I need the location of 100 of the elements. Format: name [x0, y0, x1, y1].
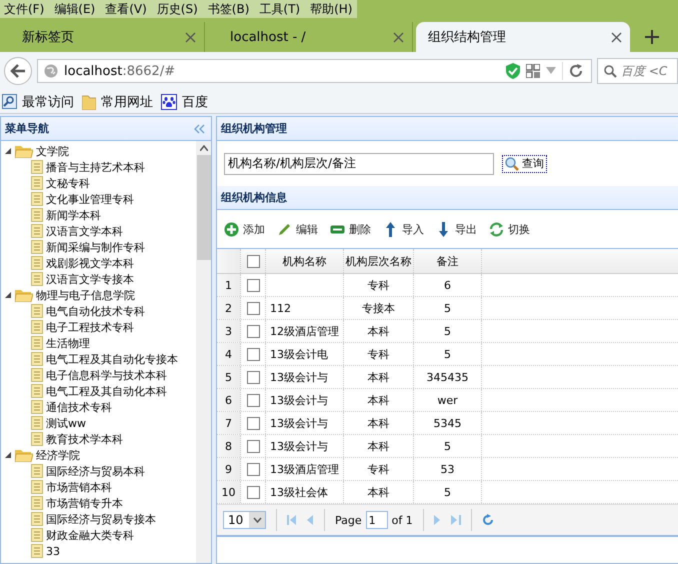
menu-item[interactable]: 查看(V) — [100, 0, 152, 18]
tree-item[interactable]: 电子工程技术专科 — [46, 320, 134, 334]
document-icon — [31, 384, 43, 398]
row-checkbox[interactable] — [246, 440, 260, 452]
edit-icon[interactable] — [277, 222, 292, 236]
column-header[interactable]: 备注 — [414, 249, 482, 273]
expanded-arrow-icon[interactable] — [4, 147, 12, 155]
search-field[interactable]: 百度 <C — [597, 58, 678, 84]
tree-item[interactable]: 文学院 — [36, 144, 69, 158]
row-number: 6 — [217, 389, 241, 411]
new-tab-icon[interactable] — [645, 30, 659, 44]
bookmark-link[interactable]: 常用网址 — [101, 92, 153, 110]
tree-item[interactable]: 电气工程及其自动化本科 — [46, 384, 167, 398]
tree-item[interactable]: 通信技术专科 — [46, 400, 112, 414]
qr-code-icon[interactable] — [526, 64, 540, 78]
tree-item[interactable]: 汉语言文学专接本 — [46, 272, 134, 286]
scrollbar-thumb[interactable] — [196, 155, 210, 260]
tree-item[interactable]: 市场营销专升本 — [46, 496, 123, 510]
query-button[interactable]: 查询 — [502, 154, 547, 172]
menu-item[interactable]: 书签(B) — [202, 0, 254, 18]
tree-item[interactable]: 电气工程及其自动化专接本 — [46, 352, 178, 366]
page-size-select[interactable]: 10 — [223, 511, 266, 529]
dropdown-arrow-icon[interactable] — [546, 67, 556, 75]
table-cell: 本科 — [344, 435, 414, 457]
row-checkbox[interactable] — [246, 302, 260, 314]
tree-item[interactable]: 新闻学本科 — [46, 208, 101, 222]
tree-item[interactable]: 戏剧影视文学本科 — [46, 256, 134, 270]
document-icon — [31, 240, 43, 254]
tree-item[interactable]: 汉语言文学本科 — [46, 224, 123, 238]
toolbar-button[interactable]: 导出 — [434, 220, 479, 238]
tree-item[interactable]: 财政金融大类专科 — [46, 528, 134, 542]
close-icon[interactable] — [611, 32, 622, 42]
column-header[interactable]: 机构层次名称 — [344, 249, 414, 273]
paw-icon — [161, 94, 177, 110]
tree-item[interactable]: 电子信息科学与技术本科 — [46, 368, 167, 382]
tree-item[interactable]: 物理与电子信息学院 — [36, 288, 135, 302]
tree-item[interactable]: 国际经济与贸易专接本 — [46, 512, 156, 526]
expanded-arrow-icon[interactable] — [4, 291, 12, 299]
row-checkbox[interactable] — [246, 324, 260, 338]
tree-item[interactable]: 33 — [46, 544, 60, 558]
menu-item[interactable]: 编辑(E) — [49, 0, 100, 18]
select-all-checkbox[interactable] — [246, 254, 260, 268]
tree-item[interactable]: 文秘专科 — [46, 176, 90, 190]
tree-item[interactable]: 经济学院 — [36, 448, 80, 462]
row-checkbox[interactable] — [246, 278, 260, 292]
column-header[interactable]: 机构名称 — [266, 249, 344, 273]
row-checkbox[interactable] — [246, 462, 260, 476]
reload-icon[interactable] — [569, 64, 583, 78]
bookmark-link[interactable]: 百度 — [182, 92, 208, 110]
toolbar-button[interactable]: 切换 — [487, 220, 532, 238]
panel-title: 组织机构管理 — [221, 121, 287, 136]
collapse-icon[interactable] — [194, 124, 205, 134]
shield-icon[interactable] — [506, 63, 520, 79]
back-button[interactable] — [4, 57, 32, 85]
page-number-field[interactable]: 1 — [366, 511, 388, 529]
menu-item[interactable]: 帮助(H) — [305, 0, 358, 18]
address-field[interactable]: localhost:8662/# — [37, 59, 592, 83]
import-icon[interactable] — [383, 222, 398, 236]
table-cell: 6 — [414, 274, 482, 296]
row-checkbox[interactable] — [246, 370, 260, 384]
table-cell: 13级酒店管理 — [266, 458, 344, 480]
search-icon[interactable] — [505, 156, 519, 170]
toolbar-button[interactable]: 导入 — [381, 220, 426, 238]
row-checkbox[interactable] — [246, 348, 260, 360]
tree-item[interactable]: 新闻采编与制作专科 — [46, 240, 145, 254]
add-icon[interactable] — [224, 222, 239, 236]
toolbar-button[interactable]: 删除 — [328, 220, 373, 238]
bookmark-link[interactable]: 最常访问 — [22, 92, 74, 110]
tree-item[interactable]: 电气自动化技术专科 — [46, 304, 145, 318]
tree-item[interactable]: 文化事业管理专科 — [46, 192, 134, 206]
scroll-up-icon[interactable] — [200, 145, 208, 151]
document-icon — [31, 512, 43, 526]
tree-item[interactable]: 生活物理 — [46, 336, 90, 350]
toolbar-button[interactable]: 添加 — [222, 220, 267, 238]
caret-icon[interactable] — [252, 517, 262, 523]
expanded-arrow-icon[interactable] — [4, 451, 12, 459]
toolbar-button[interactable]: 编辑 — [275, 220, 320, 238]
menu-item[interactable]: 文件(F) — [0, 0, 50, 18]
tree-item[interactable]: 播音与主持艺术本科 — [46, 160, 145, 174]
menu-item[interactable]: 工具(T) — [254, 0, 306, 18]
close-icon[interactable] — [393, 32, 404, 42]
query-field[interactable]: 机构名称/机构层次/备注 — [224, 152, 494, 174]
table-cell: wer — [414, 389, 482, 411]
back-arrow-icon[interactable] — [10, 64, 26, 78]
row-checkbox[interactable] — [246, 394, 260, 406]
tree-item[interactable]: 市场营销本科 — [46, 480, 112, 494]
scrollbar[interactable] — [196, 141, 211, 563]
tree-item[interactable]: 国际经济与贸易本科 — [46, 464, 145, 478]
refresh-icon[interactable] — [482, 514, 494, 526]
page-label: Page — [335, 514, 362, 526]
menu-item[interactable]: 历史(S) — [152, 0, 203, 18]
export-icon[interactable] — [436, 222, 451, 236]
switch-icon[interactable] — [489, 222, 504, 236]
browser-tab[interactable]: 组织结构管理 — [416, 22, 630, 52]
globe-icon — [44, 64, 58, 78]
tree-item[interactable]: 测试ww — [46, 416, 86, 430]
row-checkbox[interactable] — [246, 486, 260, 498]
row-checkbox[interactable] — [246, 416, 260, 430]
tree-item[interactable]: 教育技术学本科 — [46, 432, 123, 446]
close-icon[interactable] — [185, 32, 196, 42]
